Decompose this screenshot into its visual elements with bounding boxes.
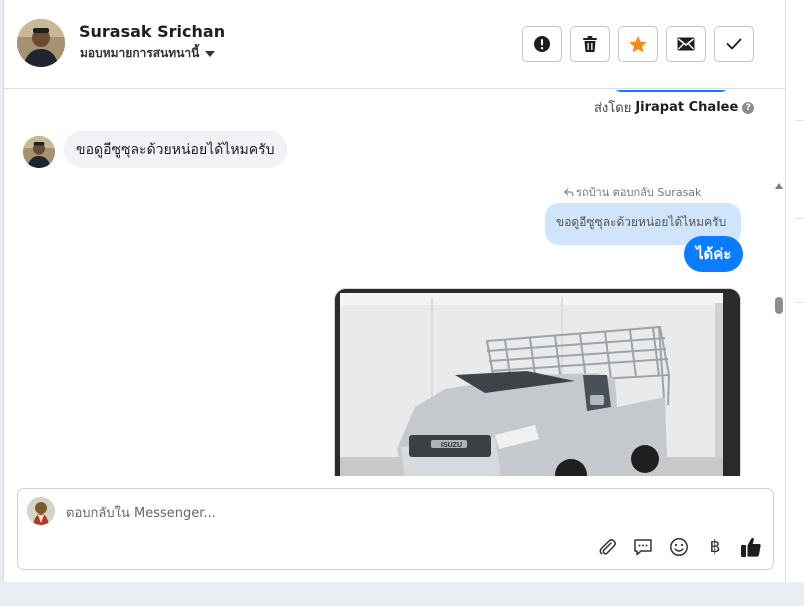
baht-icon: ฿ (709, 537, 721, 557)
outgoing-message[interactable]: ได้ค่ะ (684, 236, 744, 272)
message-thread[interactable]: ส่งโดย Jirapat Chalee ? ขอดูอีซูซุละด้วย… (4, 90, 786, 476)
help-icon[interactable]: ? (742, 101, 755, 114)
conversation-header: Surasak Srichan มอบหมายการสนทนานี้ (4, 0, 786, 89)
smiley-icon (670, 538, 688, 556)
reply-icon (564, 188, 574, 196)
message-input[interactable] (66, 503, 746, 523)
avatar[interactable] (17, 19, 65, 67)
message-image[interactable]: ISUZU (334, 288, 741, 476)
sender-avatar (23, 136, 55, 168)
chevron-down-icon (205, 50, 216, 57)
user-name[interactable]: Surasak Srichan (79, 22, 225, 41)
emoji-button[interactable] (668, 536, 690, 558)
divider (796, 302, 804, 303)
envelope-icon (677, 37, 695, 51)
paperclip-icon (599, 539, 616, 555)
composer-tools: ฿ (596, 536, 762, 558)
thumbs-up-icon (741, 537, 761, 557)
delete-button[interactable] (570, 26, 610, 62)
page-avatar (27, 497, 55, 525)
chat-icon (634, 539, 652, 556)
payment-button[interactable]: ฿ (704, 536, 726, 558)
conversation-panel: Surasak Srichan มอบหมายการสนทนานี้ ส่งโด… (3, 0, 786, 582)
like-button[interactable] (740, 536, 762, 558)
previous-message-bubble (612, 90, 730, 92)
star-icon (629, 35, 647, 52)
sent-by-name: Jirapat Chalee (635, 100, 739, 115)
header-actions (522, 26, 754, 62)
divider (796, 218, 804, 219)
alert-icon (534, 36, 550, 52)
side-panel-edge (785, 0, 804, 582)
image-brand-label: ISUZU (441, 442, 462, 449)
sent-by-prefix: ส่งโดย (594, 101, 632, 116)
sent-by-label: ส่งโดย Jirapat Chalee ? (594, 97, 755, 118)
reply-meta-text: รถบ้าน ตอบกลับ Surasak (576, 186, 702, 199)
email-button[interactable] (666, 26, 706, 62)
divider (796, 120, 804, 121)
incoming-message[interactable]: ขอดูอีซูซุละด้วยหน่อยได้ไหมครับ (64, 131, 287, 168)
trash-icon (583, 36, 597, 52)
star-button[interactable] (618, 26, 658, 62)
spam-button[interactable] (522, 26, 562, 62)
attach-button[interactable] (596, 536, 618, 558)
saved-replies-button[interactable] (632, 536, 654, 558)
mark-done-button[interactable] (714, 26, 754, 62)
assign-label: มอบหมายการสนทนานี้ (80, 46, 200, 60)
assign-conversation-dropdown[interactable]: มอบหมายการสนทนานี้ (80, 44, 216, 63)
reply-composer: ฿ (17, 488, 774, 570)
scroll-up-arrow[interactable] (775, 183, 783, 189)
reply-meta: รถบ้าน ตอบกลับ Surasak (564, 183, 701, 201)
scrollbar-thumb[interactable] (775, 297, 783, 314)
check-icon (726, 38, 742, 50)
